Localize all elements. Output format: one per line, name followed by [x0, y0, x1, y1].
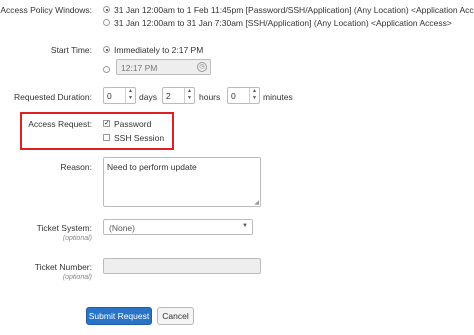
reason-label: Reason: [60, 162, 92, 172]
chevron-down-icon: ▼ [242, 223, 248, 229]
access-request-highlight [20, 112, 174, 150]
submit-request-button[interactable]: Submit Request [86, 307, 152, 325]
days-stepper[interactable]: 0 ▲ ▼ [103, 87, 136, 104]
reason-textarea[interactable]: Need to perform update ◢ [103, 157, 261, 207]
start-immediately-radio[interactable] [103, 46, 110, 53]
ssh-session-checkbox[interactable] [103, 134, 110, 141]
start-time-value: 12:17 PM [121, 63, 158, 73]
start-custom-radio[interactable] [103, 66, 110, 73]
ticket-system-value: (None) [109, 223, 135, 233]
hours-unit-label: hours [199, 92, 221, 102]
ticket-number-input[interactable] [103, 258, 261, 274]
minutes-unit-label: minutes [263, 92, 293, 102]
ssh-session-label: SSH Session [114, 133, 165, 143]
days-unit-label: days [139, 92, 157, 102]
ticket-system-label: Ticket System: [36, 223, 92, 233]
reason-value: Need to perform update [107, 162, 197, 172]
ticket-number-label: Ticket Number: [34, 262, 92, 272]
policy-window-option-1: 31 Jan 12:00am to 1 Feb 11:45pm [Passwor… [114, 5, 474, 15]
start-immediately-label: Immediately to 2:17 PM [114, 45, 204, 55]
hours-stepper[interactable]: 2 ▲ ▼ [162, 87, 195, 104]
resize-grip-icon[interactable]: ◢ [254, 200, 259, 206]
days-value: 0 [107, 91, 112, 101]
minutes-stepper[interactable]: 0 ▲ ▼ [227, 87, 260, 104]
access-policy-label: Access Policy Windows: [0, 5, 92, 15]
start-time-input[interactable]: 12:17 PM ◷ [116, 59, 211, 75]
ticket-number-optional: (optional) [62, 274, 92, 281]
hours-spin-arrows[interactable]: ▲ ▼ [184, 88, 194, 103]
access-request-label: Access Request: [28, 119, 92, 129]
clock-icon[interactable]: ◷ [197, 62, 207, 72]
hours-value: 2 [166, 91, 171, 101]
policy-window-option-2: 31 Jan 12:00am to 31 Jan 7:30am [SSH/App… [114, 18, 452, 28]
cancel-button[interactable]: Cancel [157, 307, 194, 325]
policy-window-radio-2[interactable] [103, 19, 110, 26]
password-label: Password [114, 119, 152, 129]
minutes-spin-arrows[interactable]: ▲ ▼ [249, 88, 259, 103]
policy-window-radio-1[interactable] [103, 6, 110, 13]
start-time-label: Start Time: [50, 45, 92, 55]
minutes-value: 0 [231, 91, 236, 101]
ticket-system-select[interactable]: (None) ▼ [103, 219, 253, 235]
ticket-system-optional: (optional) [62, 235, 92, 242]
requested-duration-label: Requested Duration: [14, 92, 92, 102]
days-spin-arrows[interactable]: ▲ ▼ [125, 88, 135, 103]
password-checkbox[interactable]: ✓ [103, 120, 110, 127]
